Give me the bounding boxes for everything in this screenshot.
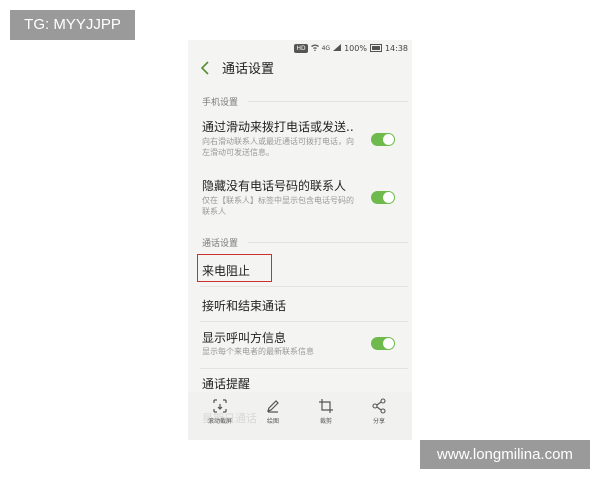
toolbar-label: 绘图 <box>266 418 279 425</box>
setting-title: 接听和结束通话 <box>202 299 287 313</box>
watermark-bottom-right: www.longmilina.com <box>420 440 590 469</box>
toolbar-label: 滚动截屏 <box>207 418 232 425</box>
setting-hide-no-number[interactable]: 隐藏没有电话号码的联系人 仅在【联系人】标签中显示包含电话号码的联系人 <box>188 177 412 229</box>
status-bar: HD 4G 100% 14:38 <box>294 42 408 54</box>
back-button[interactable] <box>200 61 214 77</box>
setting-title: 通话提醒 <box>202 377 251 391</box>
network-type: 4G <box>321 44 331 52</box>
app-header: 通话设置 <box>188 58 412 82</box>
divider <box>248 242 408 243</box>
divider <box>248 101 408 102</box>
setting-title: 显示呼叫方信息 <box>202 331 287 345</box>
scroll-capture-button[interactable]: 滚动截屏 <box>200 398 240 425</box>
battery-icon <box>369 44 382 52</box>
share-icon <box>372 398 386 414</box>
screenshot-toolbar: 星期日通话 滚动截屏 绘图 裁剪 分享 <box>188 392 412 440</box>
highlight-box <box>197 254 272 282</box>
hide-no-number-toggle[interactable] <box>371 191 395 204</box>
pencil-icon <box>267 400 279 413</box>
wifi-icon <box>310 44 319 53</box>
setting-subtitle: 显示每个来电者的最新联系信息 <box>202 347 314 356</box>
divider <box>200 286 408 287</box>
divider <box>200 368 408 369</box>
page-title: 通话设置 <box>222 62 275 77</box>
divider <box>200 321 408 322</box>
scroll-capture-icon <box>213 399 227 413</box>
show-caller-toggle[interactable] <box>371 337 395 350</box>
chevron-left-icon <box>200 61 209 75</box>
setting-subtitle: 仅在【联系人】标签中显示包含电话号码的联系人 <box>202 196 354 216</box>
signal-icon <box>333 43 342 53</box>
battery-percent: 100% <box>344 43 367 53</box>
swipe-call-toggle[interactable] <box>371 133 395 146</box>
crop-button[interactable]: 裁剪 <box>306 398 346 425</box>
section-phone-settings: 手机设置 <box>202 98 239 108</box>
share-button[interactable]: 分享 <box>359 398 399 425</box>
setting-swipe-call[interactable]: 通过滑动来拨打电话或发送.. 向右滑动联系人或最近通话可拨打电话，向左滑动可发送… <box>188 118 412 170</box>
clock: 14:38 <box>384 43 408 53</box>
phone-screen: HD 4G 100% 14:38 通话设置 手机设置 通过滑动来拨打电话或发送.… <box>188 40 412 440</box>
toolbar-label: 裁剪 <box>319 418 332 425</box>
setting-subtitle: 向右滑动联系人或最近通话可拨打电话，向左滑动可发送信息。 <box>202 137 354 157</box>
crop-icon <box>319 399 333 413</box>
setting-answer-end[interactable]: 接听和结束通话 <box>188 295 412 319</box>
setting-show-caller[interactable]: 显示呼叫方信息 显示每个来电者的最新联系信息 <box>188 329 412 369</box>
toolbar-label: 分享 <box>372 418 385 425</box>
setting-title: 通过滑动来拨打电话或发送.. <box>202 120 354 134</box>
section-call-settings: 通话设置 <box>202 239 239 249</box>
hd-badge: HD <box>294 43 308 53</box>
draw-button[interactable]: 绘图 <box>253 398 293 425</box>
watermark-top-left: TG: MYYJJPP <box>10 10 135 40</box>
setting-title: 隐藏没有电话号码的联系人 <box>202 179 347 193</box>
